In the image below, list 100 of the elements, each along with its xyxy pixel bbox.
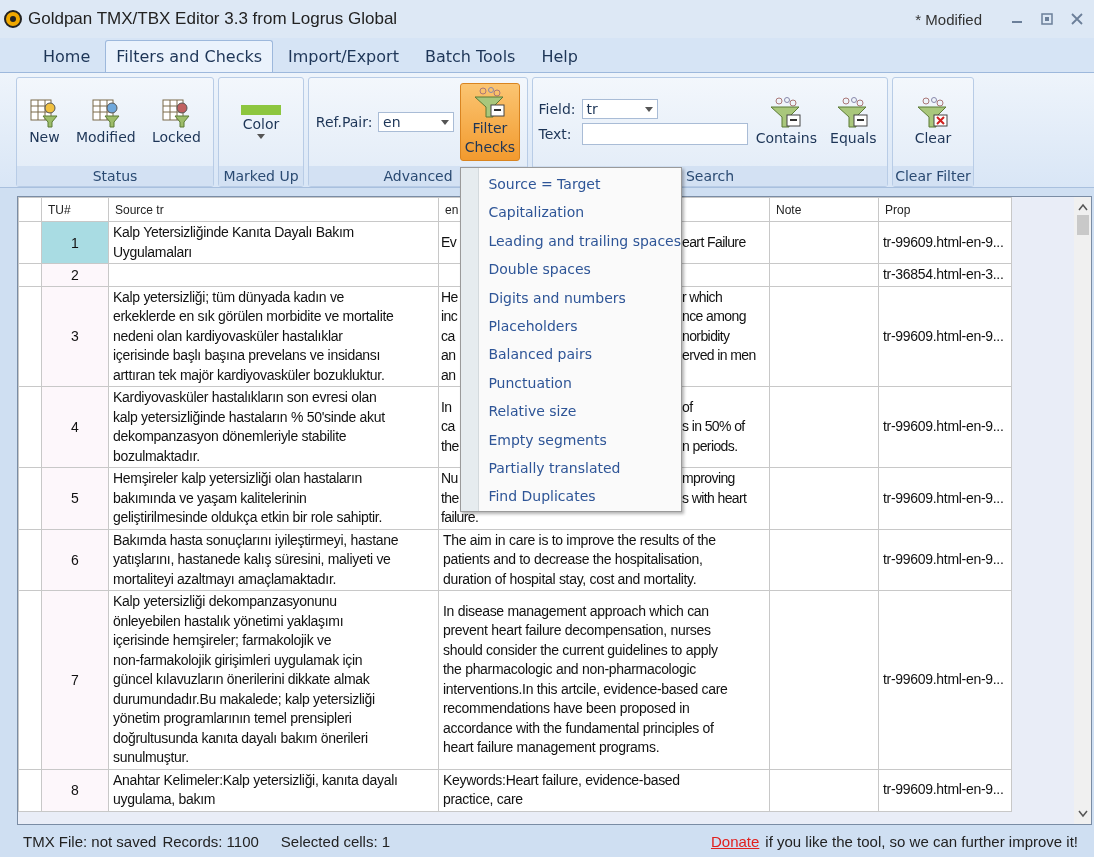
funnel-icon [769, 96, 804, 129]
menu-item[interactable]: Punctuation [479, 368, 681, 398]
selected-cells-count: Selected cells: 1 [280, 832, 391, 850]
row-number-cell[interactable]: 1 [41, 221, 109, 264]
target-text-fragment: the [441, 489, 459, 506]
ribbon-tab[interactable]: Help [530, 40, 589, 72]
menu-item[interactable]: Capitalization [479, 198, 681, 227]
group-label: Status [17, 166, 213, 186]
menu-item[interactable]: Balanced pairs [479, 340, 681, 369]
filter-checks-button[interactable]: Filter Checks [459, 83, 521, 161]
row-number-cell[interactable]: 5 [41, 467, 109, 529]
target-text: In disease management approach which can prevent heart failure decompensation, nurses should consider the current guidelines to apply the pharmacologic and non-pharmacologic interventions.In this artcile, evidence-based care recommendations have been proposed in accordance with the fundamental principles of heart failure management programs. [443, 602, 728, 756]
scrollbar-thumb[interactable] [1076, 215, 1089, 235]
records-count: Records: 1100 [162, 832, 259, 850]
field-label: Field: [538, 101, 576, 117]
vertical-scrollbar[interactable] [1074, 197, 1091, 824]
ribbon-button[interactable]: Locked [146, 93, 206, 151]
target-text-fragment: He [441, 288, 458, 305]
target-text-fragment: In [441, 398, 452, 415]
target-text-fragment: nce among [682, 308, 746, 324]
window-title: Goldpan TMX/TBX Editor 3.3 from Logrus Global [28, 9, 399, 29]
prop-text: tr-99609.html-en-9... [883, 489, 1004, 506]
target-text-fragment: Ev [441, 233, 457, 250]
modified-indicator: * Modified [915, 10, 982, 28]
source-text: Anahtar Kelimeler:Kalp yetersizliği, kanıta dayalı uygulama, bakım [113, 771, 398, 807]
scroll-up-icon[interactable] [1077, 203, 1088, 211]
row-number-cell[interactable]: 4 [41, 386, 109, 468]
menu-item[interactable]: Relative size [479, 397, 681, 426]
source-text: Kalp Yetersizliğinde Kanıta Dayalı Bakım Uygulamaları [113, 224, 354, 260]
prop-text: tr-99609.html-en-9... [883, 233, 1004, 250]
scroll-down-icon[interactable] [1077, 810, 1088, 818]
ribbon-button[interactable]: Contains [750, 92, 822, 152]
caret-icon [644, 106, 653, 112]
table-filter-icon [161, 97, 192, 128]
source-text: Kardiyovasküler hastalıkların son evresi olan kalp yetersizliğinde hastaların % 50'sinde akut dekompanzasyon dönemleriyle stabilite bozulmaktadır. [113, 389, 385, 464]
field-dropdown[interactable]: tr [581, 99, 658, 119]
prop-text: tr-99609.html-en-9... [883, 671, 1004, 687]
clear-button[interactable]: Clear [909, 92, 957, 152]
menu-item[interactable]: Digits and numbers [479, 283, 681, 312]
target-text-fragment: erved in men [682, 347, 756, 363]
prop-text: tr-99609.html-en-9... [883, 781, 1004, 798]
target-text-fragment: Nu [441, 470, 458, 486]
target-text-fragment: an [441, 347, 456, 363]
menu-item[interactable]: Placeholders [479, 311, 681, 341]
source-text: Hemşireler kalp yetersizliği olan hastaların bakımında ve yaşam kalitelerinin geliştirilmesinde oldukça etkin bir role sahiptir. [113, 470, 383, 525]
target-text-fragment: eart Failure [682, 233, 746, 250]
row-number-cell[interactable]: 8 [41, 769, 109, 811]
column-header[interactable]: Note [769, 197, 879, 222]
prop-text: tr-99609.html-en-9... [883, 551, 1004, 567]
target-text-fragment: mproving [682, 470, 735, 486]
ribbon-tab[interactable]: Batch Tools [413, 40, 527, 72]
ribbon-button[interactable]: New [24, 93, 65, 151]
table-filter-icon [29, 97, 60, 128]
caret-icon [441, 119, 450, 125]
menu-item[interactable]: Empty segments [479, 425, 681, 454]
source-text: Bakımda hasta sonuçlarını iyileştirmeyi, hastane yatışlarını, hastanede kalış süresini, maliyeti ve mortaliteyi azaltmayı amaçlamaktadır. [113, 531, 399, 587]
target-text-fragment: of [682, 398, 693, 415]
target-text-fragment: s with heart [682, 489, 747, 506]
text-input-field[interactable] [581, 123, 748, 145]
prop-text: tr-36854.html-en-3... [883, 266, 1004, 282]
ribbon-button[interactable]: Equals [825, 92, 882, 152]
app-logo-icon [4, 10, 22, 28]
menu-item[interactable]: Partially translated [479, 453, 681, 483]
menu-item[interactable]: Leading and trailing spaces [479, 226, 681, 256]
ribbon-button[interactable]: Modified [70, 93, 141, 151]
target-text: The aim in care is to improve the results of the patients and to decrease the hospitalisation, duration of hospital stay, cost and mortality. [443, 531, 716, 587]
target-text-fragment: n periods. [682, 437, 738, 454]
target-text: Keywords:Heart failure, evidence-based practice, care [443, 771, 680, 807]
donate-message: if you like the tool, so we can further improve it! [765, 832, 1078, 850]
column-header[interactable]: Prop [878, 197, 1012, 222]
ref-pair-dropdown[interactable]: en [378, 112, 455, 132]
menu-item[interactable]: Find Duplicates [479, 482, 681, 511]
ribbon-tab[interactable]: Filters and Checks [105, 40, 274, 72]
column-header[interactable]: TU# [41, 197, 109, 222]
target-text-fragment: s in 50% of [682, 418, 745, 435]
target-text-fragment: ca [441, 327, 455, 344]
group-label: Clear Filter [893, 166, 973, 186]
row-number-cell[interactable]: 7 [41, 590, 109, 769]
target-text-fragment: the [441, 437, 459, 454]
maximize-icon[interactable] [1040, 12, 1054, 26]
ribbon-tab[interactable]: Home [32, 40, 102, 72]
close-icon[interactable] [1070, 12, 1084, 26]
funnel-icon [836, 96, 871, 129]
funnel-icon [916, 96, 950, 129]
donate-link[interactable]: Donate [710, 832, 760, 850]
row-number-cell[interactable]: 6 [41, 529, 109, 591]
caret-icon [257, 134, 265, 139]
ref-pair-label: Ref.Pair: [315, 114, 373, 130]
funnel-icon [472, 87, 507, 119]
file-status: TMX File: not saved [23, 832, 157, 850]
source-text: Kalp yetersizliği dekompanzasyonunu önleyebilen hastalık yönetimi yaklaşımı içerisinde hemşireler; farmakolojik ve non-farmakolojik girişimleri uygulamak için güncel kılavuzların önerilerini dikkate almak durumundadır.Bu makalede; kalp yetersizliği yönetim programlarının temel prensipleri doğrultusunda kanıta dayalı bakım önerileri sunulmuştur. [113, 593, 375, 765]
ribbon-tab[interactable]: Import/Export [277, 40, 410, 72]
row-number-cell[interactable]: 3 [41, 286, 109, 387]
column-header[interactable]: Source tr [108, 197, 439, 222]
menu-item[interactable]: Double spaces [479, 255, 681, 284]
source-text: Kalp yetersizliği; tüm dünyada kadın ve erkeklerde en sık görülen morbidite ve mortalite nedeni olan kardiyovasküler hastalıklar içerisinde başlı başına prevelans ve insidansı arttıran tek majör kardiyovasküler bozukluktur. [113, 288, 394, 383]
target-text-fragment: an [441, 366, 456, 383]
table-filter-icon [90, 97, 121, 128]
target-text-fragment: inc [441, 308, 458, 324]
color-button[interactable]: Color [236, 101, 286, 143]
